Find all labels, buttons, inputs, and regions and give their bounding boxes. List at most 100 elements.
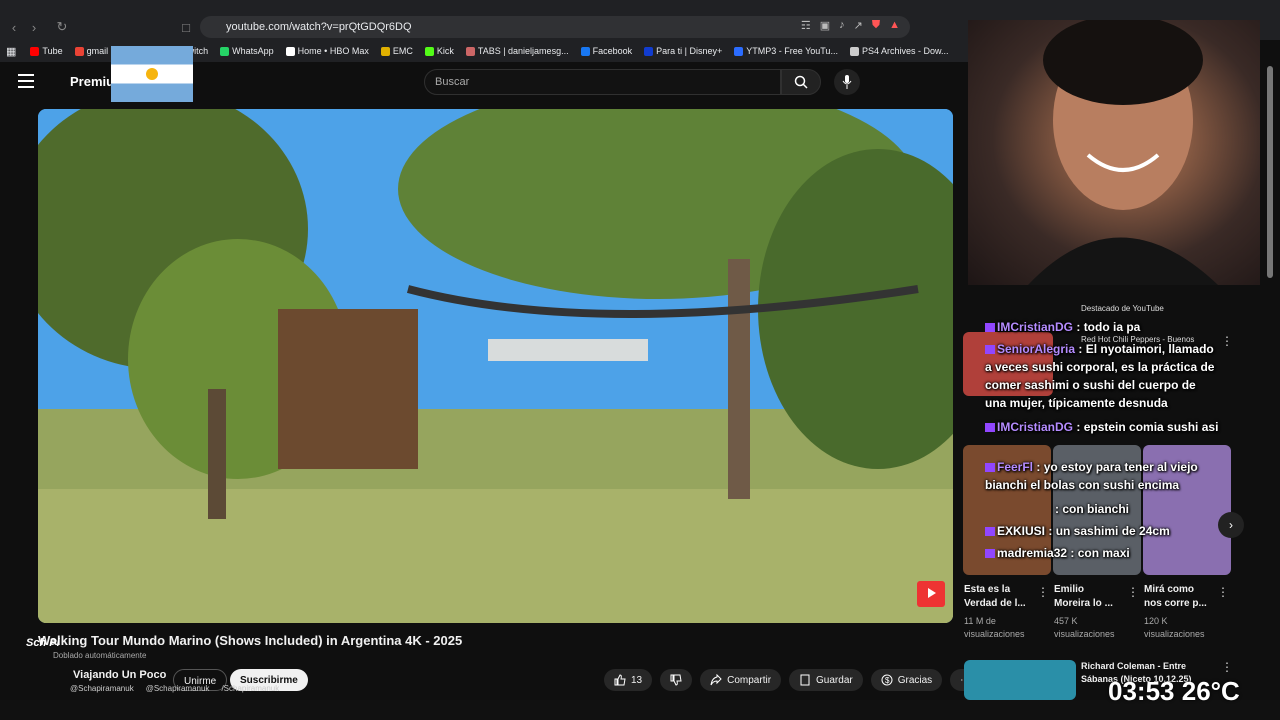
extension-icons: ☶ ▣ ♪ ↗ ⛊ ▲ bbox=[801, 19, 900, 32]
recommendation-more-icon[interactable]: ⋮ bbox=[1217, 585, 1229, 599]
chat-message: FeerFl : yo estoy para tener al viejo bi… bbox=[985, 458, 1220, 494]
share-icon[interactable]: ↗ bbox=[854, 19, 863, 32]
chat-separator: : bbox=[1045, 524, 1056, 538]
next-arrow-icon[interactable]: › bbox=[1218, 512, 1244, 538]
share-arrow-icon bbox=[710, 674, 722, 686]
chat-separator: : bbox=[1073, 320, 1084, 334]
search-placeholder: Buscar bbox=[435, 76, 470, 88]
chat-username: SeniorAlegria bbox=[997, 342, 1076, 356]
sub-badge-icon bbox=[985, 423, 995, 432]
bottom-rec-more-icon[interactable]: ⋮ bbox=[1221, 660, 1233, 674]
thanks-button[interactable]: $ Gracias bbox=[870, 669, 943, 691]
bookmark-label: TABS | danieljamesg... bbox=[477, 46, 569, 56]
chat-username: madremia32 bbox=[997, 546, 1068, 560]
bookmark-item[interactable]: gmail bbox=[74, 46, 109, 56]
bookmark-item[interactable]: EMC bbox=[380, 46, 413, 56]
bookmark-label: Home • HBO Max bbox=[297, 46, 369, 56]
bookmark-item[interactable]: Tube bbox=[30, 46, 63, 56]
bookmark-icon bbox=[644, 46, 654, 56]
like-count: 13 bbox=[631, 674, 643, 686]
bookmark-label: Kick bbox=[436, 46, 454, 56]
recommendation-views-unit: visualizaciones bbox=[964, 629, 1025, 639]
bookmark-item[interactable]: YTMP3 - Free YouTu... bbox=[734, 46, 838, 56]
chat-text: todo ia pa bbox=[1083, 320, 1141, 334]
bookmark-item[interactable]: Home • HBO Max bbox=[285, 46, 369, 56]
recommendation-views: 457 K bbox=[1054, 616, 1078, 626]
cast-icon[interactable]: ▣ bbox=[820, 19, 830, 32]
page-scrollbar[interactable] bbox=[1267, 66, 1273, 278]
translate-icon[interactable]: ☶ bbox=[801, 19, 811, 32]
twitch-handle: /Schapiramanuk bbox=[221, 684, 280, 693]
bookmark-icon bbox=[849, 46, 859, 56]
bookmark-item[interactable]: Para ti | Disney+ bbox=[644, 46, 722, 56]
bookmark-icon bbox=[30, 46, 40, 56]
share-button[interactable]: Compartir bbox=[700, 669, 782, 691]
chat-username: IMCristianDG bbox=[997, 320, 1074, 334]
dislike-button[interactable] bbox=[660, 669, 693, 691]
bookmark-label: Tube bbox=[42, 46, 63, 56]
like-button[interactable]: 13 bbox=[604, 669, 653, 691]
taskbar bbox=[0, 700, 1280, 720]
bookmark-label: Facebook bbox=[592, 46, 633, 56]
chat-separator: : bbox=[1075, 342, 1086, 356]
recommendation-info[interactable]: Mirá como nos corre p... 120 K visualizacio… bbox=[1144, 583, 1222, 641]
recommendation-title: Moreira lo ... bbox=[1054, 598, 1113, 609]
chat-username: FeerFl bbox=[997, 460, 1034, 474]
chat-text: con maxi bbox=[1077, 546, 1130, 560]
bottom-rec-thumbnail[interactable] bbox=[964, 660, 1076, 700]
thumbs-down-icon bbox=[670, 674, 682, 686]
sub-badge-icon bbox=[985, 463, 995, 472]
recommendation-info[interactable]: Esta es la Verdad de l... 11 M de visualiza… bbox=[964, 583, 1042, 641]
back-icon[interactable]: ‹ bbox=[4, 17, 24, 37]
address-bar[interactable]: youtube.com/watch?v=prQtGDQr6DQ ☶ ▣ ♪ ↗ … bbox=[200, 16, 910, 38]
bookmark-icon bbox=[424, 46, 434, 56]
thumbs-up-icon bbox=[614, 674, 626, 686]
bookmark-label: WhatsApp bbox=[232, 46, 274, 56]
search-input[interactable]: Buscar bbox=[424, 69, 781, 95]
forward-icon[interactable]: › bbox=[24, 17, 44, 37]
bookmark-icon bbox=[465, 46, 475, 56]
brave-shield-icon[interactable]: ⛊ bbox=[872, 19, 880, 32]
streamer-logo: Sch Pi bbox=[26, 637, 60, 649]
social-handles: @Schapiramanuk @Schapiramanuk /Schapiram… bbox=[70, 684, 279, 693]
screen: ‹ › ↻ □ youtube.com/watch?v=prQtGDQr6DQ … bbox=[0, 0, 1280, 720]
bookmark-icon bbox=[380, 46, 390, 56]
bookmark-label: gmail bbox=[86, 46, 109, 56]
webcam-overlay bbox=[968, 15, 1260, 285]
bookmark-label: PS4 Archives - Dow... bbox=[861, 46, 949, 56]
voice-search-button[interactable] bbox=[834, 69, 860, 95]
chat-message: madremia32 : con maxi bbox=[985, 544, 1220, 562]
bookmark-item[interactable]: WhatsApp bbox=[220, 46, 274, 56]
bookmark-item[interactable]: PS4 Archives - Dow... bbox=[849, 46, 949, 56]
promo-more-icon[interactable]: ⋮ bbox=[1221, 334, 1233, 348]
bookmark-icon bbox=[74, 46, 84, 56]
bookmark-item[interactable]: Kick bbox=[424, 46, 454, 56]
reload-icon[interactable]: ↻ bbox=[52, 17, 72, 37]
bookmark-icon bbox=[220, 46, 230, 56]
recommendation-views-unit: visualizaciones bbox=[1054, 629, 1115, 639]
channel-name[interactable]: Viajando Un Poco bbox=[73, 669, 166, 681]
chat-message: : con bianchi bbox=[985, 500, 1220, 518]
recommendation-title: Mirá como bbox=[1144, 584, 1195, 595]
apps-icon[interactable]: ▦ bbox=[6, 45, 16, 58]
music-icon[interactable]: ♪ bbox=[839, 19, 845, 32]
recommendation-more-icon[interactable]: ⋮ bbox=[1127, 585, 1139, 599]
address-bar-text: youtube.com/watch?v=prQtGDQr6DQ bbox=[226, 21, 412, 33]
bookmark-item[interactable]: Facebook bbox=[580, 46, 633, 56]
menu-icon[interactable] bbox=[18, 74, 34, 88]
search-button[interactable] bbox=[781, 69, 821, 95]
recommendation-info[interactable]: Emilio Moreira lo ... 457 K visualizaciones bbox=[1054, 583, 1132, 641]
chat-message: IMCristianDG : todo ia pa bbox=[985, 318, 1220, 336]
alert-icon[interactable]: ▲ bbox=[889, 19, 900, 32]
bookmark-icon bbox=[580, 46, 590, 56]
recommendation-title: Emilio bbox=[1054, 584, 1085, 595]
thanks-icon: $ bbox=[881, 674, 893, 686]
save-button[interactable]: Guardar bbox=[789, 669, 863, 691]
bookmark-icon[interactable]: □ bbox=[176, 17, 196, 37]
video-player[interactable] bbox=[38, 109, 953, 623]
sub-badge-icon bbox=[985, 527, 995, 536]
bookmark-item[interactable]: TABS | danieljamesg... bbox=[465, 46, 569, 56]
video-actions: 13 Compartir Guardar $ Gracias ⋯ bbox=[604, 669, 981, 691]
chat-message: IMCristianDG : epstein comia sushi asi bbox=[985, 418, 1220, 436]
recommendation-more-icon[interactable]: ⋮ bbox=[1037, 585, 1049, 599]
